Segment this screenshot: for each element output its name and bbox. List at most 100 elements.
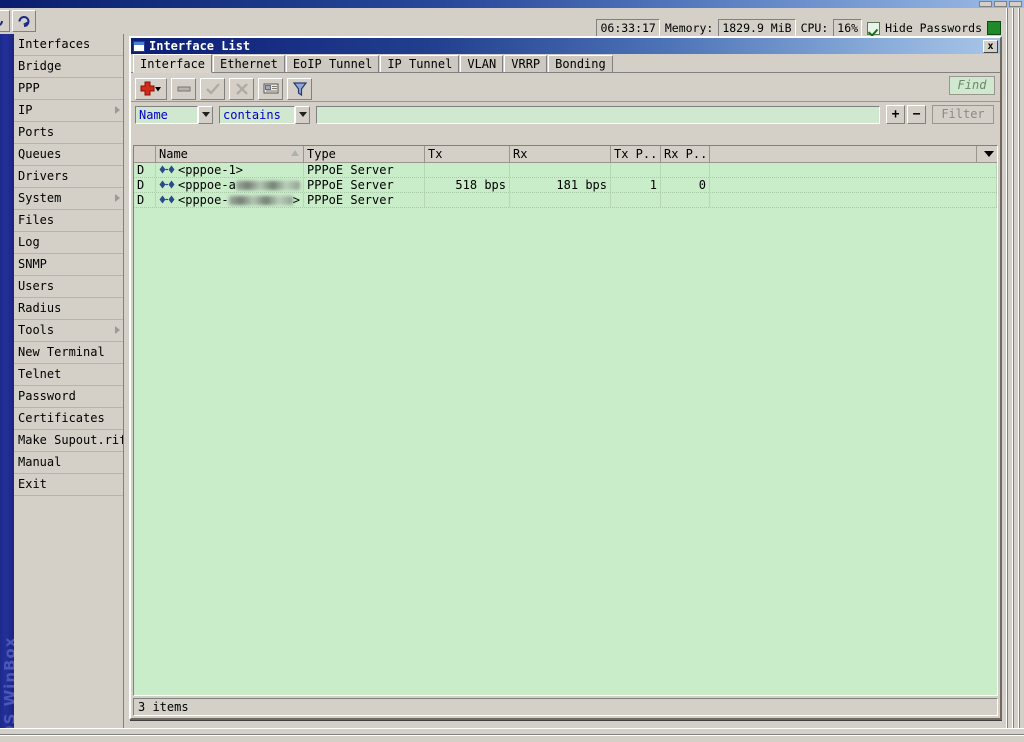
close-icon[interactable] xyxy=(1009,1,1022,7)
comment-button[interactable] xyxy=(258,77,283,100)
sidebar-item-label: PPP xyxy=(18,81,40,95)
window-title-bar[interactable]: Interface List x xyxy=(131,38,1000,54)
filter-field-select[interactable]: Name xyxy=(135,105,198,124)
cell-name: <pppoe-1> xyxy=(156,163,304,177)
sidebar-item-make-supout-rif[interactable]: Make Supout.rif xyxy=(14,430,123,452)
sidebar-item-ip[interactable]: IP xyxy=(14,100,123,122)
filter-remove-button[interactable]: − xyxy=(907,105,926,124)
column-header-type[interactable]: Type xyxy=(304,146,425,162)
sidebar-item-radius[interactable]: Radius xyxy=(14,298,123,320)
filter-toggle-button[interactable] xyxy=(287,77,312,100)
sidebar-item-queues[interactable]: Queues xyxy=(14,144,123,166)
table-row[interactable]: D <pppoe- > PPPoE Server xyxy=(134,193,997,208)
filter-field-dropdown-button[interactable] xyxy=(198,105,213,124)
column-header-name[interactable]: Name xyxy=(156,146,304,162)
sidebar-item-bridge[interactable]: Bridge xyxy=(14,56,123,78)
sidebar-item-label: Users xyxy=(18,279,55,293)
sidebar-item-exit[interactable]: Exit xyxy=(14,474,123,496)
filter-value-input[interactable] xyxy=(316,105,880,124)
cell-tx xyxy=(425,163,510,177)
tab-ethernet[interactable]: Ethernet xyxy=(213,55,285,72)
find-input[interactable]: Find xyxy=(949,76,995,95)
tab-vrrp[interactable]: VRRP xyxy=(504,55,548,72)
filter-operator-dropdown-button[interactable] xyxy=(295,105,310,124)
filter-operator-select[interactable]: contains xyxy=(219,105,295,124)
cell-rxp xyxy=(661,163,710,177)
column-chooser-button[interactable] xyxy=(977,146,997,162)
hide-passwords-label: Hide Passwords xyxy=(885,21,982,35)
sidebar-item-label: Bridge xyxy=(18,59,62,73)
minimize-icon[interactable] xyxy=(979,1,992,7)
table-row[interactable]: D <pppoe-1> PPPoE Server xyxy=(134,163,997,178)
sidebar-item-new-terminal[interactable]: New Terminal xyxy=(14,342,123,364)
disable-button[interactable] xyxy=(229,77,254,100)
sidebar-item-telnet[interactable]: Telnet xyxy=(14,364,123,386)
sidebar-item-certificates[interactable]: Certificates xyxy=(14,408,123,430)
column-header-flag[interactable] xyxy=(134,146,156,162)
submenu-arrow-icon xyxy=(115,106,120,114)
column-header-label: Tx P... xyxy=(614,147,661,161)
sidebar-item-files[interactable]: Files xyxy=(14,210,123,232)
sidebar-item-label: Manual xyxy=(18,455,62,469)
sidebar-item-label: System xyxy=(18,191,62,205)
column-header-txp[interactable]: Tx P... xyxy=(611,146,661,162)
column-header-tx[interactable]: Tx xyxy=(425,146,510,162)
interface-table: Name Type Tx Rx Tx P... Rx P... D <pppoe-1> PPP… xyxy=(133,145,998,696)
sidebar-item-log[interactable]: Log xyxy=(14,232,123,254)
double-arrow-glyph xyxy=(159,195,175,204)
column-header-rxp[interactable]: Rx P... xyxy=(661,146,710,162)
window-controls[interactable] xyxy=(979,1,1022,7)
column-header-label: Rx xyxy=(513,147,528,161)
funnel-icon xyxy=(292,81,307,96)
sidebar-item-interfaces[interactable]: Interfaces xyxy=(14,34,123,56)
outer-right-frame xyxy=(1002,8,1024,742)
sidebar-item-tools[interactable]: Tools xyxy=(14,320,123,342)
remove-button[interactable] xyxy=(171,77,196,100)
add-button[interactable] xyxy=(135,77,167,100)
sidebar-item-system[interactable]: System xyxy=(14,188,123,210)
maximize-icon[interactable] xyxy=(994,1,1007,7)
filter-add-button[interactable]: + xyxy=(886,105,905,124)
column-header-label: Tx xyxy=(428,147,443,161)
sidebar-item-password[interactable]: Password xyxy=(14,386,123,408)
refresh-button[interactable] xyxy=(12,10,36,32)
sidebar-item-label: Telnet xyxy=(18,367,62,381)
enable-button[interactable] xyxy=(200,77,225,100)
submenu-arrow-icon xyxy=(115,194,120,202)
memory-label: Memory: xyxy=(664,21,714,35)
cell-type: PPPoE Server xyxy=(304,163,425,177)
tab-bonding[interactable]: Bonding xyxy=(548,55,613,72)
tab-vlan[interactable]: VLAN xyxy=(460,55,504,72)
cell-rxp xyxy=(661,193,710,207)
cell-type: PPPoE Server xyxy=(304,193,425,207)
tab-interface[interactable]: Interface xyxy=(133,54,213,73)
sidebar-item-users[interactable]: Users xyxy=(14,276,123,298)
sidebar-item-drivers[interactable]: Drivers xyxy=(14,166,123,188)
sort-ascending-icon xyxy=(291,150,299,156)
cell-flag: D xyxy=(134,178,156,192)
plus-icon xyxy=(140,81,161,95)
sidebar-item-ports[interactable]: Ports xyxy=(14,122,123,144)
sidebar-item-label: Tools xyxy=(18,323,55,337)
interface-icon xyxy=(159,193,175,207)
interface-name-suffix: > xyxy=(292,193,300,207)
sidebar-item-label: Drivers xyxy=(18,169,69,183)
sidebar-item-ppp[interactable]: PPP xyxy=(14,78,123,100)
sidebar-rail: RouterOS WinBox xyxy=(0,34,14,742)
back-arrow-icon xyxy=(0,20,3,26)
back-button[interactable] xyxy=(0,10,10,32)
cell-name: <pppoe-a xyxy=(156,178,304,192)
chevron-down-icon xyxy=(201,112,210,117)
window-close-button[interactable]: x xyxy=(983,39,998,53)
hide-passwords-checkbox[interactable] xyxy=(867,21,881,35)
column-header-rx[interactable]: Rx xyxy=(510,146,611,162)
sidebar-item-snmp[interactable]: SNMP xyxy=(14,254,123,276)
cell-name: <pppoe- > xyxy=(156,193,304,207)
tab-eoip-tunnel[interactable]: EoIP Tunnel xyxy=(285,55,380,72)
sidebar-item-manual[interactable]: Manual xyxy=(14,452,123,474)
table-row[interactable]: D <pppoe-a PPPoE Server 518 bps 181 bps 1 0 xyxy=(134,178,997,193)
tab-ip-tunnel[interactable]: IP Tunnel xyxy=(380,55,460,72)
outer-bottom-frame xyxy=(0,728,1024,742)
sidebar-item-label: Radius xyxy=(18,301,62,315)
filter-apply-button[interactable]: Filter xyxy=(932,105,994,124)
